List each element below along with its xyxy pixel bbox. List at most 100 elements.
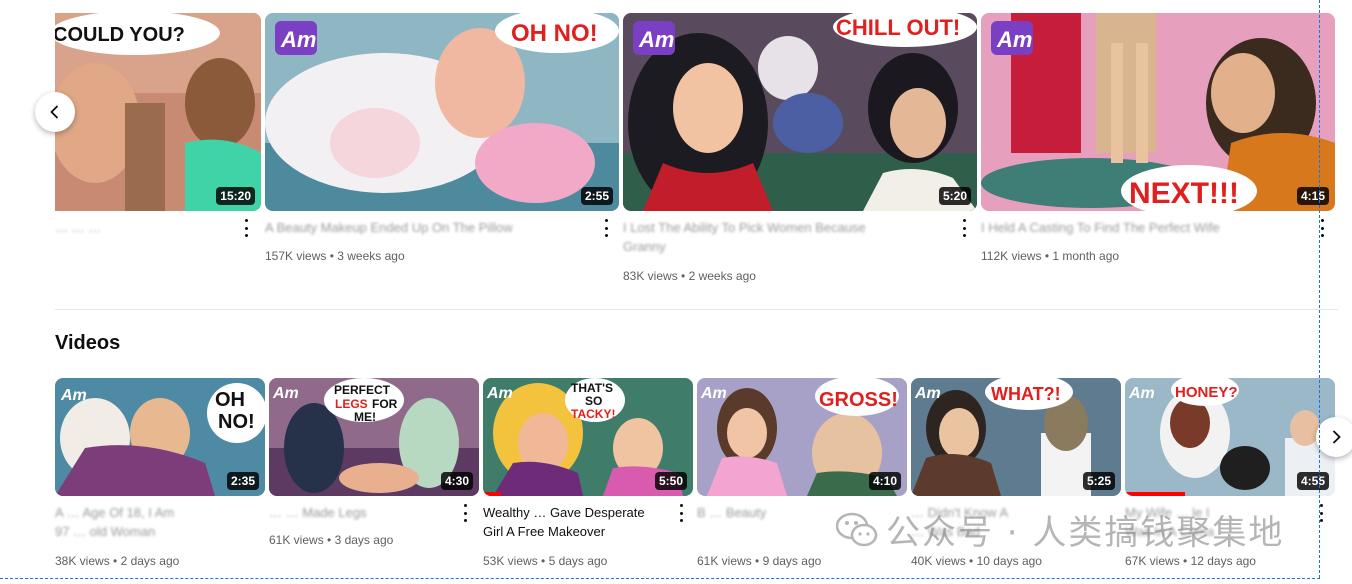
upload-age: 1 month ago	[1052, 249, 1120, 263]
video-card[interactable]: OH NO! Am 2:35 A … Age Of 18, I Am 97 … …	[55, 378, 265, 578]
video-meta: 53K views • 5 days ago	[483, 554, 608, 568]
video-meta: 157K views • 3 weeks ago	[265, 249, 405, 263]
watermark-text: 公众号 · 人类搞钱聚集地	[886, 513, 1285, 553]
video-card[interactable]: Am OH NO! 2:55 A Beauty Makeup Ended Up …	[265, 13, 619, 273]
duration-badge: 5:20	[938, 187, 971, 205]
upload-age: 5 days ago	[548, 554, 608, 568]
more-vert-icon[interactable]	[961, 219, 967, 237]
svg-text:NO!: NO!	[218, 411, 255, 433]
video-title-line2[interactable]: Girl A Free Makeover	[483, 523, 633, 541]
thumb-caption: OH NO!	[511, 20, 598, 47]
duration-badge: 5:25	[1082, 472, 1115, 490]
thumb-caption: CHILL OUT!	[836, 15, 960, 40]
duration-badge: 4:55	[1296, 472, 1329, 490]
video-thumbnail[interactable]: Am OH NO! 2:55	[265, 13, 619, 211]
upload-age: 10 days ago	[976, 554, 1042, 568]
video-title[interactable]: A Beauty Makeup Ended Up On The Pillow	[265, 219, 545, 237]
view-count: 38K views	[55, 554, 110, 568]
thumbnail-art: COULD YOU?	[55, 13, 261, 211]
svg-text:Am: Am	[1128, 385, 1155, 402]
thumb-caption: NEXT!!!	[1129, 177, 1239, 210]
more-vert-icon[interactable]	[462, 504, 468, 522]
video-card[interactable]: THAT'S SO TACKY! Am 5:50 Wealthy … Gave …	[483, 378, 693, 578]
thumb-caption: GROSS!	[819, 389, 898, 411]
thumbnail-art: Am CHILL OUT!	[623, 13, 977, 211]
thumbnail-art: Am NEXT!!!	[981, 13, 1335, 211]
video-title[interactable]: I Held A Casting To Find The Perfect Wif…	[981, 219, 1241, 237]
video-thumbnail[interactable]: THAT'S SO TACKY! Am 5:50	[483, 378, 693, 496]
view-count: 67K views	[1125, 554, 1180, 568]
svg-text:Am: Am	[700, 385, 727, 402]
watch-progress-bar	[483, 492, 501, 496]
video-title[interactable]: Wealthy … Gave Desperate	[483, 504, 673, 522]
video-thumbnail[interactable]: WHAT?! Am 5:25	[911, 378, 1121, 496]
upload-age: 9 days ago	[762, 554, 822, 568]
watch-progress-bar	[1125, 492, 1185, 496]
duration-badge: 2:35	[226, 472, 259, 490]
svg-text:FOR: FOR	[372, 397, 398, 411]
video-card[interactable]: PERFECT LEGS FOR ME! Am 4:30 … … Made Le…	[269, 378, 479, 578]
svg-text:LEGS: LEGS	[335, 397, 368, 411]
selection-guide-horizontal	[0, 578, 1320, 579]
video-thumbnail[interactable]: GROSS! Am 4:10	[697, 378, 907, 496]
svg-text:Am: Am	[272, 385, 299, 402]
video-title[interactable]: B … Beauty	[697, 504, 837, 522]
section-divider	[55, 309, 1338, 310]
view-count: 61K views	[697, 554, 752, 568]
video-thumbnail[interactable]: Am CHILL OUT! 5:20	[623, 13, 977, 211]
view-count: 83K views	[623, 269, 678, 283]
thumb-caption: OH	[215, 389, 245, 411]
video-meta: 61K views • 9 days ago	[697, 554, 822, 568]
svg-text:Am: Am	[486, 385, 513, 402]
chevron-left-icon	[50, 105, 59, 119]
duration-badge: 4:15	[1296, 187, 1329, 205]
video-meta: 61K views • 3 days ago	[269, 533, 394, 547]
svg-text:ME!: ME!	[354, 410, 376, 424]
video-title[interactable]: A … Age Of 18, I Am	[55, 504, 235, 522]
carousel-prev-button[interactable]	[35, 92, 75, 132]
svg-text:Am: Am	[996, 27, 1032, 52]
more-vert-icon[interactable]	[678, 504, 684, 522]
wechat-icon	[836, 512, 878, 546]
upload-age: 2 weeks ago	[688, 269, 756, 283]
video-card[interactable]: Am NEXT!!! 4:15 I Held A Casting To Find…	[981, 13, 1335, 273]
watermark: 公众号 · 人类搞钱聚集地	[836, 505, 1284, 554]
duration-badge: 2:55	[580, 187, 613, 205]
duration-badge: 4:30	[440, 472, 473, 490]
video-thumbnail[interactable]: OH NO! Am 2:35	[55, 378, 265, 496]
video-card[interactable]: COULD YOU? 15:20 … … …	[55, 13, 261, 263]
video-thumbnail[interactable]: PERFECT LEGS FOR ME! Am 4:30	[269, 378, 479, 496]
thumb-caption: HONEY?	[1175, 384, 1238, 401]
section-title[interactable]: Videos	[55, 332, 120, 355]
selection-guide-vertical	[1319, 0, 1320, 578]
more-vert-icon[interactable]	[603, 219, 609, 237]
video-thumbnail[interactable]: COULD YOU? 15:20	[55, 13, 261, 211]
carousel-next-button[interactable]	[1316, 417, 1352, 457]
svg-text:Am: Am	[638, 27, 674, 52]
thumbnail-art: Am OH NO!	[265, 13, 619, 211]
duration-badge: 15:20	[216, 187, 255, 205]
video-thumbnail[interactable]: Am NEXT!!! 4:15	[981, 13, 1335, 211]
video-card[interactable]: Am CHILL OUT! 5:20 I Lost The Ability To…	[623, 13, 977, 288]
duration-badge: 5:50	[654, 472, 687, 490]
video-meta: 67K views • 12 days ago	[1125, 554, 1256, 568]
video-meta: 83K views • 2 weeks ago	[623, 269, 756, 283]
video-title[interactable]: … … …	[55, 219, 175, 237]
video-title[interactable]: … … Made Legs	[269, 504, 439, 522]
video-title[interactable]: I Lost The Ability To Pick Women Because	[623, 219, 943, 237]
upload-age: 3 weeks ago	[337, 249, 405, 263]
chevron-right-icon	[1332, 430, 1341, 444]
thumb-caption: THAT'S	[571, 381, 613, 395]
svg-text:Am: Am	[914, 385, 941, 402]
view-count: 40K views	[911, 554, 966, 568]
thumb-caption: COULD YOU?	[55, 24, 185, 46]
svg-text:TACKY!: TACKY!	[571, 407, 615, 421]
view-count: 53K views	[483, 554, 538, 568]
upload-age: 12 days ago	[1190, 554, 1256, 568]
video-thumbnail[interactable]: HONEY? Am 4:55	[1125, 378, 1335, 496]
video-title-line2[interactable]: Granny	[623, 238, 823, 256]
view-count: 157K views	[265, 249, 327, 263]
view-count: 112K views	[981, 249, 1042, 263]
more-vert-icon[interactable]	[243, 219, 249, 237]
video-title-line2[interactable]: 97 … old Woman	[55, 523, 185, 541]
